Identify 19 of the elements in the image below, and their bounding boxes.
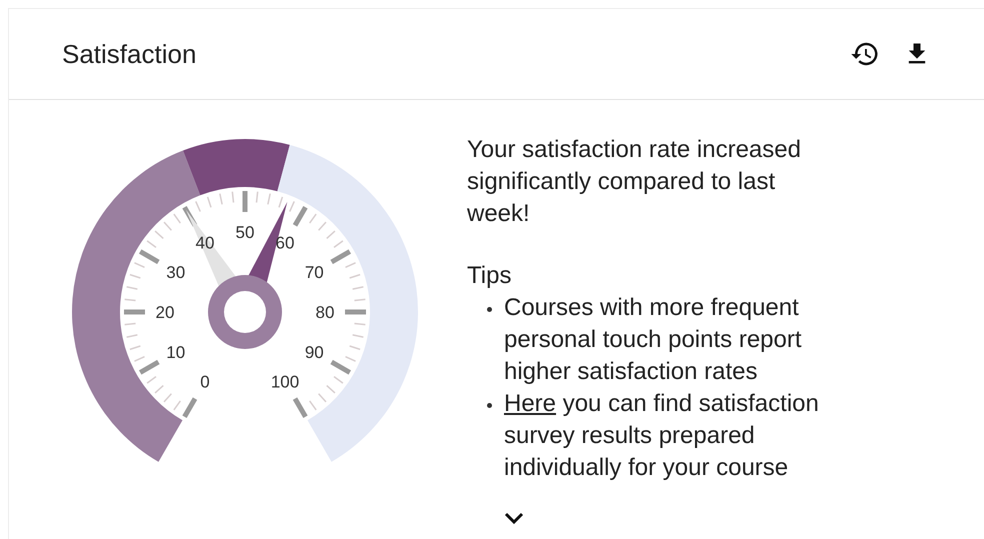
tips-heading: Tips <box>467 261 512 291</box>
gauge-label: 40 <box>196 234 214 253</box>
chevron-icon <box>503 511 525 525</box>
bullet-icon <box>487 307 492 312</box>
gauge-label: 60 <box>276 234 294 253</box>
gauge-label: 90 <box>304 343 324 362</box>
gauge-label: 70 <box>304 263 324 282</box>
gauge-label: 100 <box>270 372 300 392</box>
gauge-label: 10 <box>166 343 186 362</box>
gauge-label: 80 <box>316 303 334 322</box>
gauge-label: 20 <box>156 303 174 322</box>
satisfaction-message: Your satisfaction rate increased significantly compared to last week! <box>467 135 802 229</box>
bullet-icon <box>487 403 492 408</box>
gauge-label: 0 <box>200 372 210 392</box>
survey-link[interactable]: Here <box>504 390 556 417</box>
gauge-label: 50 <box>236 223 254 242</box>
tip-text: Here you can find satisfaction survey results prepared individually for your course <box>504 389 820 483</box>
card-title: Satisfaction <box>62 38 198 70</box>
gauge-label: 30 <box>166 263 186 282</box>
